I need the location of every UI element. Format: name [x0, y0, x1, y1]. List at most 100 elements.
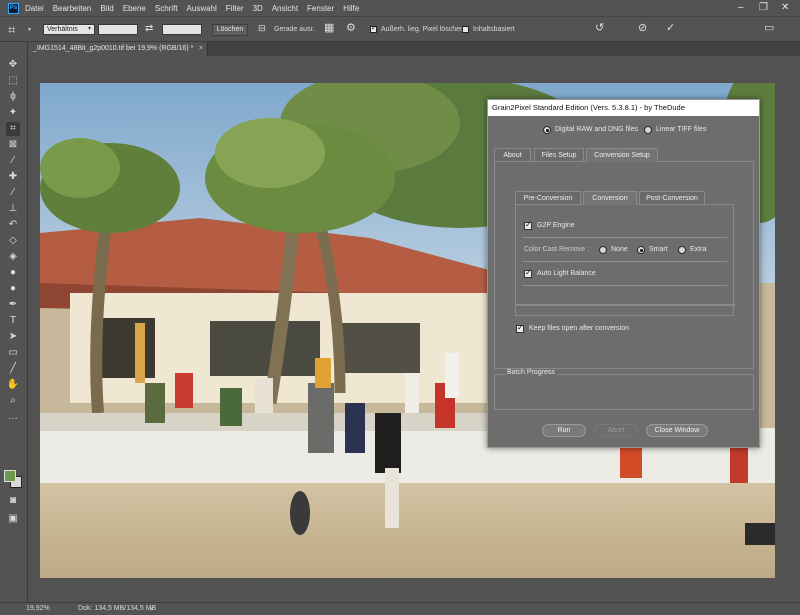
menu-fenster[interactable]: Fenster: [307, 4, 334, 13]
g2p-engine-label: G2P Engine: [537, 222, 575, 229]
subtab-conversion[interactable]: Conversion: [583, 191, 637, 205]
photoshop-logo-icon[interactable]: Ps: [8, 2, 19, 14]
radio-cast-none-label: None: [611, 246, 628, 253]
stamp-tool-icon[interactable]: ⊥: [6, 202, 20, 216]
minimize-icon[interactable]: –: [738, 1, 744, 15]
brush-tool-icon[interactable]: ∕: [6, 186, 20, 200]
menu-bearbeiten[interactable]: Bearbeiten: [53, 4, 92, 13]
zoom-tool-icon[interactable]: ⌕: [6, 394, 20, 408]
commit-check-icon[interactable]: ✓: [666, 21, 675, 34]
line-tool-icon[interactable]: ╱: [6, 362, 20, 376]
document-tab[interactable]: _IMG1514_48Bit_g2p0010.tif bei 19,9% (RG…: [28, 42, 208, 56]
clear-button[interactable]: Löschen: [212, 24, 248, 36]
paint-bucket-icon[interactable]: ◈: [6, 250, 20, 264]
pen-tool-icon[interactable]: ✒: [6, 298, 20, 312]
chevron-down-icon: ▾: [87, 26, 91, 32]
more-tools-icon[interactable]: …: [6, 410, 20, 424]
foreground-color-swatch[interactable]: [4, 470, 16, 482]
menu-ebene[interactable]: Ebene: [123, 4, 146, 13]
menu-filter[interactable]: Filter: [226, 4, 244, 13]
menu-datei[interactable]: Datei: [25, 4, 44, 13]
shape-tool-icon[interactable]: ▭: [6, 346, 20, 360]
document-size-info: Dok: 134,5 MB/134,5 MB: [78, 605, 157, 612]
tools-panel: ✥ ⬚ ϕ ✦ ⌗ ⊠ ⁄ ✚ ∕ ⊥ ↶ ◇ ◈ ● ● ✒ T ➤ ▭ ╱ …: [0, 42, 28, 602]
options-bar: ⌗ ▾ Verhältnis ▾ ⇄ Löschen ⊟ Gerade ausr…: [0, 16, 800, 42]
zoom-level[interactable]: 19,92%: [26, 605, 50, 612]
quick-mask-icon[interactable]: ◙: [6, 494, 20, 508]
ratio-select[interactable]: Verhältnis ▾: [43, 24, 95, 35]
radio-cast-smart[interactable]: [637, 246, 645, 254]
menu-hilfe[interactable]: Hilfe: [343, 4, 359, 13]
radio-cast-none[interactable]: [599, 246, 607, 254]
status-bar: 19,92% Dok: 134,5 MB/134,5 MB ›: [0, 602, 800, 615]
eraser-tool-icon[interactable]: ◇: [6, 234, 20, 248]
ratio-height-input[interactable]: [162, 24, 202, 35]
auto-light-balance-checkbox[interactable]: [524, 268, 532, 278]
type-tool-icon[interactable]: T: [6, 314, 20, 328]
dialog-title: Grain2Pixel Standard Edition (Vers. 5.3.…: [488, 100, 759, 116]
history-brush-icon[interactable]: ↶: [6, 218, 20, 232]
delete-cropped-checkbox[interactable]: [370, 24, 377, 33]
tab-about[interactable]: About: [494, 148, 531, 162]
delete-cropped-label: Außerh. lieg. Pixel löschen: [381, 26, 464, 33]
dodge-tool-icon[interactable]: ●: [6, 282, 20, 296]
tab-files-setup[interactable]: Files Setup: [534, 148, 584, 162]
straighten-icon[interactable]: ⊟: [258, 23, 266, 34]
sub-tab-panel: [515, 204, 734, 316]
radio-cast-smart-label: Smart: [649, 246, 668, 253]
subtab-post-conversion[interactable]: Post-Conversion: [639, 191, 705, 205]
menu-ansicht[interactable]: Ansicht: [272, 4, 298, 13]
dialog-body: Digital RAW and DNG files Linear TIFF fi…: [488, 116, 759, 447]
radio-linear-tiff[interactable]: [644, 126, 652, 134]
blur-tool-icon[interactable]: ●: [6, 266, 20, 280]
content-aware-label: Inhaltsbasiert: [473, 26, 515, 33]
restore-icon[interactable]: ❐: [759, 1, 768, 15]
subtab-pre-conversion[interactable]: Pre-Conversion: [515, 191, 581, 205]
workspace-icon[interactable]: ▭: [764, 21, 774, 34]
close-window-button[interactable]: Close Window: [646, 424, 708, 437]
close-tab-icon[interactable]: ×: [199, 42, 203, 56]
document-tab-title: _IMG1514_48Bit_g2p0010.tif bei 19,9% (RG…: [33, 45, 194, 52]
magic-wand-icon[interactable]: ✦: [6, 106, 20, 120]
color-cast-label: Color Cast Remove :: [524, 246, 589, 253]
chevron-down-icon[interactable]: ▾: [28, 26, 31, 33]
batch-progress-group: [494, 374, 754, 410]
gear-icon[interactable]: ⚙: [346, 21, 356, 34]
keep-files-open-checkbox[interactable]: [516, 323, 524, 333]
radio-cast-extra[interactable]: [678, 246, 686, 254]
close-icon[interactable]: ✕: [781, 1, 789, 15]
screen-mode-icon[interactable]: ▣: [6, 512, 20, 526]
straighten-label[interactable]: Gerade ausr.: [274, 26, 314, 33]
hand-tool-icon[interactable]: ✋: [6, 378, 20, 392]
menu-bar: Ps Datei Bearbeiten Bild Ebene Schrift A…: [0, 0, 800, 16]
ratio-select-value: Verhältnis: [47, 26, 78, 33]
chevron-right-icon[interactable]: ›: [150, 604, 153, 613]
path-select-icon[interactable]: ➤: [6, 330, 20, 344]
eyedropper-icon[interactable]: ⁄: [6, 154, 20, 168]
move-tool-icon[interactable]: ✥: [6, 58, 20, 72]
swap-icon[interactable]: ⇄: [145, 23, 153, 34]
lasso-tool-icon[interactable]: ϕ: [6, 90, 20, 104]
run-button[interactable]: Run: [542, 424, 586, 437]
grid-overlay-icon[interactable]: ▦: [324, 21, 334, 34]
menu-bild[interactable]: Bild: [100, 4, 113, 13]
radio-digital-raw[interactable]: [543, 126, 551, 134]
menu-schrift[interactable]: Schrift: [155, 4, 178, 13]
menu-auswahl[interactable]: Auswahl: [187, 4, 217, 13]
tab-conversion-setup[interactable]: Conversion Setup: [586, 148, 658, 162]
g2p-engine-checkbox[interactable]: [524, 220, 532, 230]
frame-tool-icon[interactable]: ⊠: [6, 138, 20, 152]
divider: [522, 261, 727, 262]
healing-brush-icon[interactable]: ✚: [6, 170, 20, 184]
divider: [522, 285, 727, 286]
crop-tool-icon[interactable]: ⌗: [6, 122, 20, 136]
crop-tool-icon[interactable]: ⌗: [8, 22, 15, 38]
ratio-width-input[interactable]: [98, 24, 138, 35]
marquee-tool-icon[interactable]: ⬚: [6, 74, 20, 88]
content-aware-checkbox[interactable]: [462, 26, 469, 33]
menu-3d[interactable]: 3D: [253, 4, 263, 13]
divider: [522, 237, 727, 238]
reset-icon[interactable]: ↺: [595, 21, 604, 34]
abort-button[interactable]: Abort: [594, 424, 638, 437]
cancel-icon[interactable]: ⊘: [638, 21, 647, 34]
